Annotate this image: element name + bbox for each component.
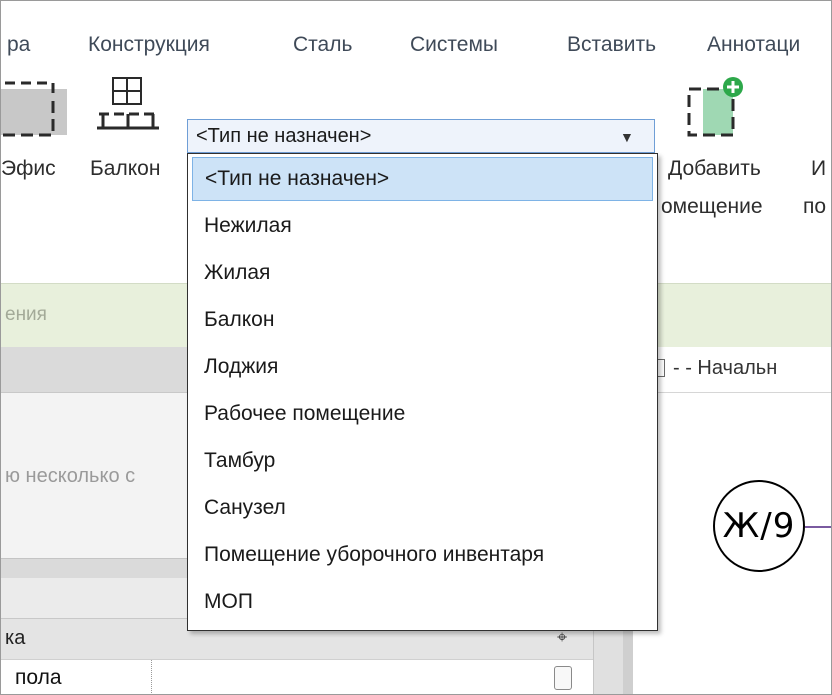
dropdown-value: <Тип не назначен>: [196, 125, 372, 147]
add-room-label-1: Добавить: [668, 157, 761, 180]
dropdown-option-balcony[interactable]: Балкон: [188, 299, 657, 343]
tab-architecture[interactable]: ра: [7, 33, 30, 57]
ribbon-tab-bar: ра Конструкция Сталь Системы Вставить Ан…: [1, 1, 831, 83]
option-label: <Тип не назначен>: [205, 167, 390, 190]
dropdown-option-residential[interactable]: Жилая: [188, 252, 657, 296]
grid-bubble[interactable]: Ж/9: [713, 480, 805, 572]
balcony-icon: [97, 77, 159, 130]
add-room-icon: [687, 77, 743, 137]
tab-steel[interactable]: Сталь: [293, 33, 352, 57]
grid-label: Ж/9: [722, 506, 796, 546]
option-label: Лоджия: [204, 355, 279, 378]
office-label: Эфис: [1, 157, 56, 180]
app-window: ра Конструкция Сталь Системы Вставить Ан…: [0, 0, 832, 695]
dropdown-option-bathroom[interactable]: Санузел: [188, 487, 657, 531]
group-header-label: ка: [5, 627, 26, 649]
column-divider: [151, 660, 152, 694]
tab-insert[interactable]: Вставить: [567, 33, 656, 57]
dropdown-option-janitor-room[interactable]: Помещение уборочного инвентаря: [188, 534, 657, 578]
option-label: Санузел: [204, 496, 286, 519]
tag-label-2: по: [803, 195, 827, 218]
dropdown-list: <Тип не назначен> Нежилая Жилая Балкон Л…: [187, 153, 658, 631]
option-label: Нежилая: [204, 214, 292, 237]
tag-label-1: И: [811, 157, 827, 180]
option-label: Рабочее помещение: [204, 402, 406, 425]
drawing-canvas[interactable]: Ж/9: [633, 393, 831, 694]
office-room-icon: [1, 81, 67, 137]
dropdown-option-workroom[interactable]: Рабочее помещение: [188, 393, 657, 437]
option-label: МОП: [204, 590, 253, 613]
dropdown-option-vestibule[interactable]: Тамбур: [188, 440, 657, 484]
properties-row[interactable]: пола: [1, 659, 623, 694]
option-label: Жилая: [204, 261, 271, 284]
add-room-label-2: омещение: [661, 195, 763, 218]
dropdown-option-loggia[interactable]: Лоджия: [188, 346, 657, 390]
property-checkbox[interactable]: [554, 666, 572, 690]
property-name: пола: [15, 666, 62, 689]
panel-title: ения: [5, 304, 47, 325]
view-tab-bar: - - Начальн: [633, 347, 831, 393]
room-type-dropdown[interactable]: <Тип не назначен> ▼: [187, 119, 655, 153]
chevron-down-icon[interactable]: ▼: [620, 129, 634, 145]
option-label: Тамбур: [204, 449, 276, 472]
grid-line[interactable]: [805, 526, 831, 528]
option-label: Помещение уборочного инвентаря: [204, 543, 545, 566]
balcony-label: Балкон: [90, 157, 161, 180]
multiple-selection-hint: ю несколько с: [5, 465, 136, 487]
dropdown-option-common-area[interactable]: МОП: [188, 581, 657, 625]
dropdown-option-unassigned[interactable]: <Тип не назначен>: [192, 157, 653, 201]
view-tab-title[interactable]: - - Начальн: [673, 357, 777, 380]
tab-systems[interactable]: Системы: [410, 33, 498, 57]
option-label: Балкон: [204, 308, 275, 331]
dropdown-option-nonresidential[interactable]: Нежилая: [188, 205, 657, 249]
tab-annotate[interactable]: Аннотаци: [707, 33, 800, 57]
tab-structure[interactable]: Конструкция: [88, 33, 210, 57]
